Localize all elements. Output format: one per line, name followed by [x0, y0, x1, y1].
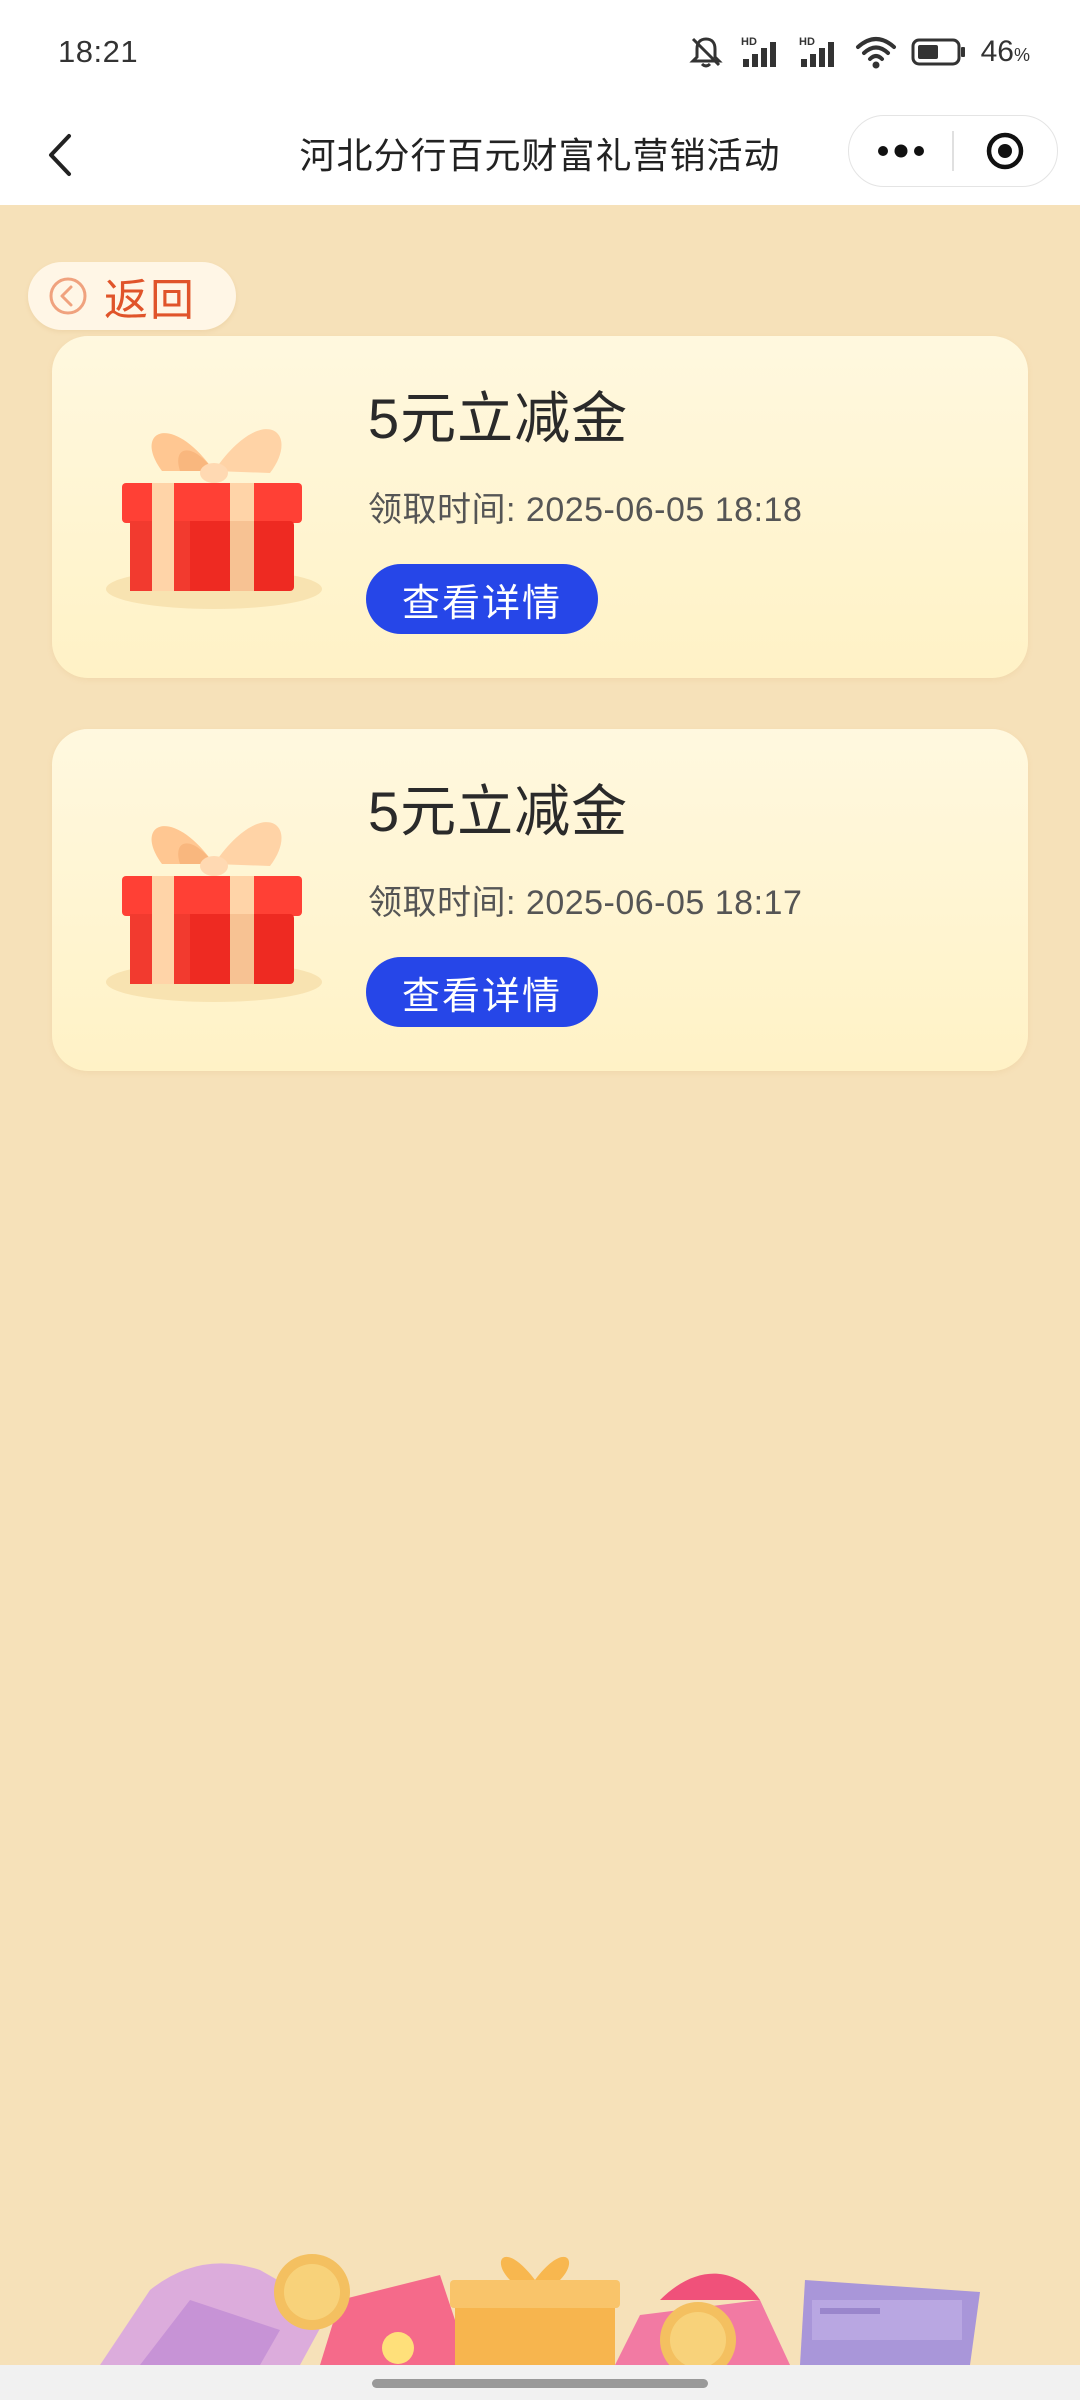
nav-bar: 河北分行百元财富礼营销活动 [0, 105, 1080, 205]
target-close-icon [987, 132, 1024, 170]
hd-signal-icon: HD [799, 36, 834, 67]
status-time: 18:21 [58, 34, 139, 69]
wifi-icon [855, 37, 896, 69]
reward-title: 5元立减金 [368, 387, 629, 450]
home-indicator[interactable] [372, 2379, 708, 2388]
gifts-illustration [100, 2254, 980, 2365]
back-label: 返回 [104, 276, 196, 325]
battery-icon [911, 38, 965, 66]
view-details-button[interactable]: 查看详情 [366, 564, 598, 634]
hd-signal-icon: HD [741, 36, 776, 67]
back-button[interactable]: 返回 [28, 262, 236, 330]
reward-title: 5元立减金 [368, 780, 629, 843]
reward-card: 5元立减金 领取时间: 2025-06-05 18:17 查看详情 [52, 729, 1028, 1071]
battery-percent: 46% [980, 35, 1030, 68]
reward-time-value: 2025-06-05 18:18 [525, 491, 803, 529]
gesture-bar [0, 2365, 1080, 2400]
reward-time-label: 领取时间: [368, 491, 516, 529]
more-dots-icon [877, 144, 924, 158]
reward-time-label: 领取时间: [368, 884, 516, 922]
circle-chevron-left-icon [49, 277, 87, 315]
view-details-button[interactable]: 查看详情 [366, 957, 598, 1027]
gift-box-icon [106, 429, 322, 609]
reward-time: 领取时间: 2025-06-05 18:17 [368, 875, 802, 924]
more-button[interactable] [849, 115, 952, 187]
mute-icon [688, 37, 723, 68]
svg-text:HD: HD [799, 36, 815, 48]
status-icons: HD HD 46% [687, 30, 1030, 74]
miniprogram-capsule [848, 115, 1058, 187]
svg-text:HD: HD [741, 36, 757, 48]
reward-time: 领取时间: 2025-06-05 18:18 [368, 482, 802, 531]
status-bar: 18:21 HD HD 46% [0, 0, 1080, 105]
close-button[interactable] [954, 115, 1057, 187]
reward-card: 5元立减金 领取时间: 2025-06-05 18:18 查看详情 [52, 336, 1028, 678]
gift-box-icon [106, 822, 322, 1002]
reward-time-value: 2025-06-05 18:17 [525, 884, 803, 922]
